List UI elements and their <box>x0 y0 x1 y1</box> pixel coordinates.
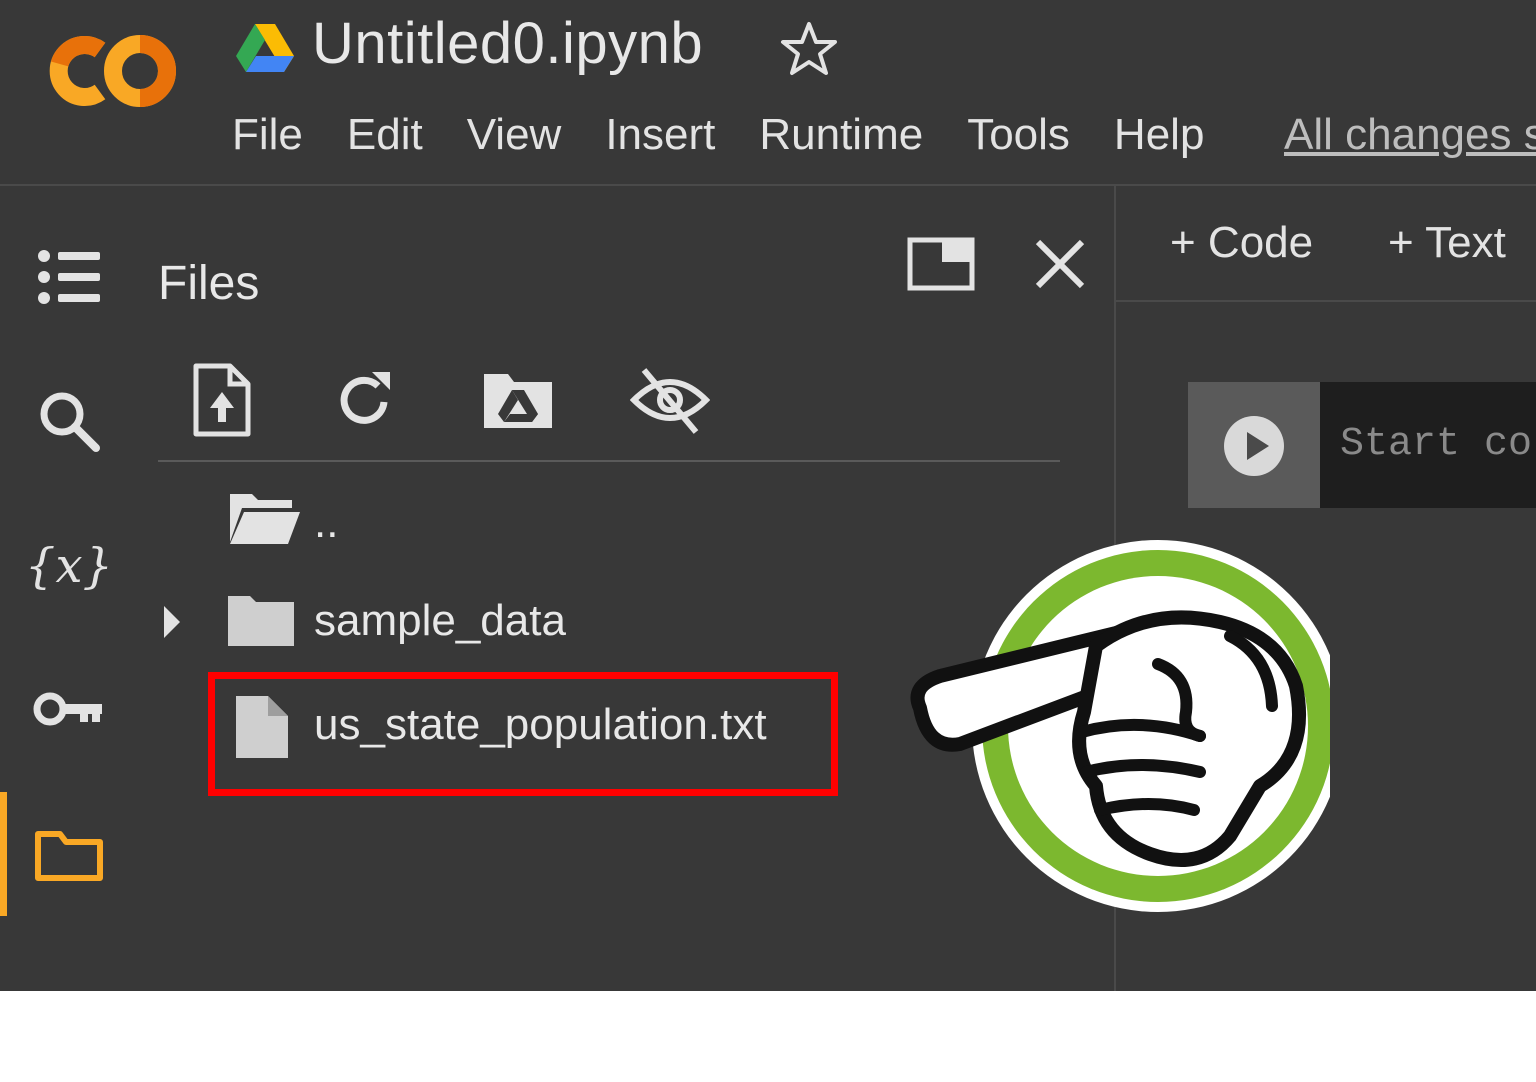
play-icon[interactable] <box>1222 414 1286 478</box>
menu-view[interactable]: View <box>467 110 562 160</box>
add-text-button[interactable]: + Text <box>1388 218 1506 268</box>
toolbar-divider <box>158 460 1060 462</box>
notebook-title[interactable]: Untitled0.ipynb <box>312 10 703 77</box>
menu-file[interactable]: File <box>232 110 303 160</box>
menu-tools[interactable]: Tools <box>967 110 1070 160</box>
upload-file-icon[interactable] <box>182 362 262 438</box>
svg-text:{x}: {x} <box>30 538 108 594</box>
colab-logo <box>49 35 176 107</box>
run-cell-button[interactable] <box>1188 382 1320 508</box>
toggle-hidden-files-icon[interactable] <box>630 362 710 438</box>
variables-icon[interactable]: {x} <box>30 526 108 604</box>
cell-placeholder: Start co <box>1340 422 1533 467</box>
top-bar: Untitled0.ipynb File Edit View Insert Ru… <box>0 0 1536 186</box>
star-icon[interactable] <box>778 18 840 80</box>
pointing-hand-icon <box>910 540 1330 912</box>
menu-bar: File Edit View Insert Runtime Tools Help <box>232 110 1204 160</box>
refresh-icon[interactable] <box>326 362 406 438</box>
file-name: sample_data <box>314 596 566 645</box>
folder-icon[interactable] <box>30 816 108 894</box>
google-drive-icon <box>236 24 294 72</box>
colab-window: Untitled0.ipynb File Edit View Insert Ru… <box>0 0 1536 991</box>
key-icon[interactable] <box>30 670 108 748</box>
panel-title: Files <box>158 257 260 310</box>
file-name: .. <box>314 498 339 547</box>
file-name: us_state_population.txt <box>314 700 767 749</box>
sidebar-rail: {x} <box>0 186 136 991</box>
open-in-tab-icon[interactable] <box>906 236 976 292</box>
search-icon[interactable] <box>30 382 108 460</box>
save-status-link[interactable]: All changes s <box>1284 110 1536 160</box>
chevron-right-icon[interactable] <box>162 604 182 640</box>
close-icon[interactable] <box>1032 236 1088 292</box>
code-cell[interactable]: Start co <box>1188 382 1536 508</box>
menu-help[interactable]: Help <box>1114 110 1205 160</box>
mount-drive-icon[interactable] <box>478 362 558 438</box>
file-icon <box>236 696 288 758</box>
menu-edit[interactable]: Edit <box>347 110 423 160</box>
table-of-contents-icon[interactable] <box>30 238 108 316</box>
add-cell-toolbar: + Code + Text <box>1116 186 1536 302</box>
folder-icon <box>228 596 294 646</box>
menu-insert[interactable]: Insert <box>605 110 715 160</box>
active-indicator <box>0 792 7 916</box>
add-code-button[interactable]: + Code <box>1170 218 1313 268</box>
menu-runtime[interactable]: Runtime <box>759 110 923 160</box>
folder-open-icon <box>230 494 300 544</box>
